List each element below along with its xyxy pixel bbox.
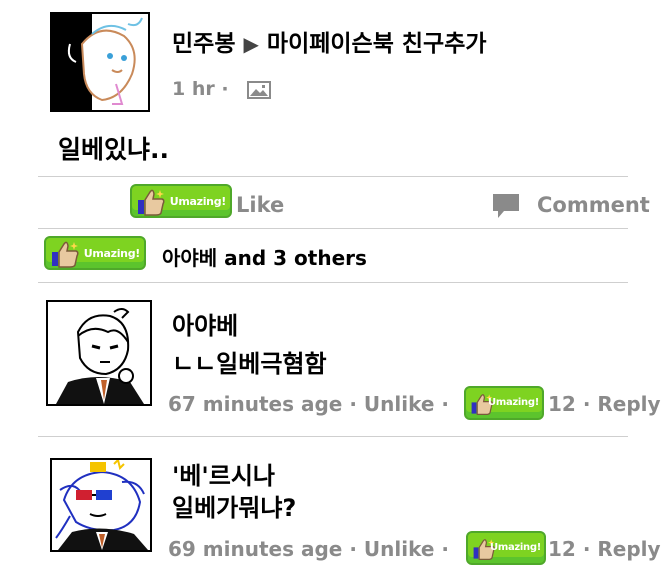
unlike-button[interactable]: Unlike	[364, 392, 435, 416]
badge-label: Umazing!	[490, 542, 541, 553]
post-title: 민주봉 ▶ 마이페이슨북 친구추가	[172, 24, 487, 58]
badge-label: Umazing!	[169, 195, 227, 208]
thumbs-up-icon	[138, 189, 165, 216]
meta-separator: ·	[349, 537, 357, 561]
comment-button[interactable]: Comment	[537, 193, 650, 217]
meta-separator: ·	[221, 78, 229, 100]
post-meta: 1 hr ·	[172, 78, 229, 100]
comment-timestamp[interactable]: 69 minutes age	[168, 537, 342, 561]
like-badge[interactable]: Umazing!	[130, 184, 232, 218]
comment-author-name[interactable]: 아야베	[172, 306, 238, 341]
comment-actions: 12 · Reply	[548, 392, 661, 416]
post-author-avatar[interactable]	[50, 12, 150, 112]
post-target-group[interactable]: 마이페이슨북 친구추가	[267, 31, 487, 57]
arrow-right-icon: ▶	[243, 32, 259, 56]
like-button[interactable]: Like	[236, 193, 284, 217]
comment-like-count[interactable]: 12	[548, 537, 576, 561]
comment-meta: 69 minutes age · Unlike ·	[168, 537, 449, 561]
comment-like-badge[interactable]: Umazing!	[464, 386, 544, 420]
comment-text: 일베가뭐냐?	[172, 494, 297, 522]
thumbs-up-icon	[52, 241, 79, 268]
divider	[38, 436, 628, 437]
badge-label: Umazing!	[83, 247, 141, 260]
comment-author-avatar[interactable]	[46, 300, 152, 406]
likes-summary-badge: Umazing!	[44, 236, 146, 270]
post-body: 일베있냐..	[58, 135, 169, 164]
divider	[38, 282, 628, 283]
comment-author-avatar[interactable]	[50, 458, 152, 552]
meta-separator: ·	[582, 537, 591, 561]
photo-icon	[247, 81, 271, 99]
comment-text: ㄴㄴ일베극혐함	[172, 350, 327, 378]
reply-button[interactable]: Reply	[597, 392, 660, 416]
divider	[38, 176, 628, 177]
likes-summary-text[interactable]: 아야베 and 3 others	[162, 242, 367, 271]
comment-meta: 67 minutes age · Unlike ·	[168, 392, 449, 416]
comment-author-name[interactable]: '베'르시나	[172, 456, 275, 491]
meta-separator: ·	[441, 392, 449, 416]
comment-like-count[interactable]: 12	[548, 392, 576, 416]
reply-button[interactable]: Reply	[597, 537, 660, 561]
comment-actions: 12 · Reply	[548, 537, 661, 561]
meta-separator: ·	[582, 392, 591, 416]
post-author-name[interactable]: 민주봉	[172, 31, 235, 57]
meta-separator: ·	[441, 537, 449, 561]
meta-separator: ·	[349, 392, 357, 416]
comment-timestamp[interactable]: 67 minutes age	[168, 392, 342, 416]
divider	[38, 228, 628, 229]
comment-icon	[490, 191, 522, 221]
badge-label: Umazing!	[488, 397, 539, 408]
post-timestamp[interactable]: 1 hr	[172, 78, 215, 100]
comment-like-badge[interactable]: Umazing!	[466, 531, 546, 565]
unlike-button[interactable]: Unlike	[364, 537, 435, 561]
